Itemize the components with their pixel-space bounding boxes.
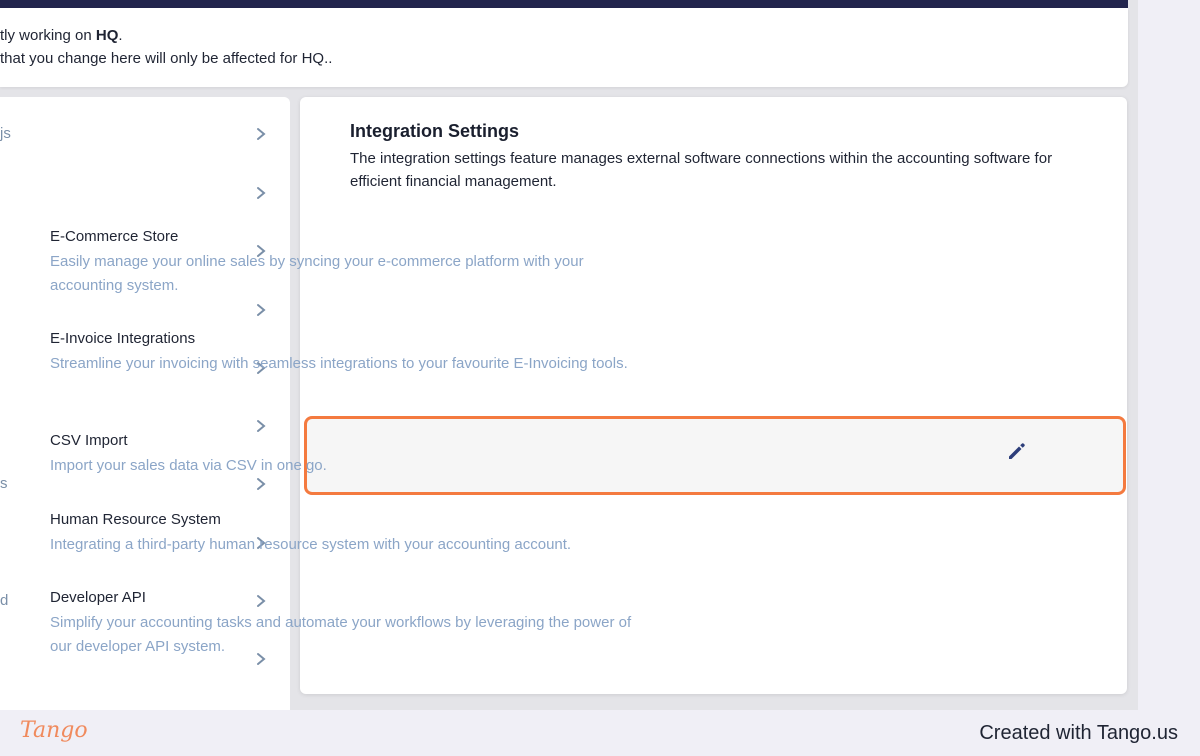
sidebar-item-label: js	[0, 125, 11, 142]
setting-title: Human Resource System	[50, 511, 221, 528]
setting-description: Streamline your invoicing with seamless …	[50, 355, 628, 372]
setting-title: E-Commerce Store	[50, 228, 179, 245]
page-title: Integration Settings	[350, 121, 520, 141]
top-accent-bar	[0, 0, 1128, 8]
pencil-icon[interactable]	[1006, 440, 1028, 462]
tango-logo: Tango	[20, 718, 88, 743]
chevron-right-icon	[257, 128, 266, 140]
tango-footer: Tango Created with Tango.us	[0, 710, 1200, 756]
setting-description: Integrating a third-party human resource…	[50, 536, 572, 553]
branch-notice-line1: tly working on HQ.	[0, 27, 123, 44]
sidebar-item-2[interactable]	[0, 174, 290, 214]
setting-ecommerce-store[interactable]: E-Commerce Store Easily manage your onli…	[0, 228, 827, 298]
chevron-right-icon	[257, 304, 266, 316]
setting-human-resource-system[interactable]: Human Resource System Integrating a thir…	[0, 511, 827, 557]
chevron-right-icon	[257, 187, 266, 199]
setting-description: Simplify your accounting tasks and autom…	[50, 614, 632, 655]
sidebar-item-1[interactable]: js	[0, 115, 290, 155]
setting-e-invoice-integrations[interactable]: E-Invoice Integrations Streamline your i…	[0, 330, 827, 400]
branch-notice-line2: that you change here will only be affect…	[0, 50, 333, 67]
setting-csv-import[interactable]: CSV Import Import your sales data via CS…	[0, 432, 827, 478]
setting-title: Developer API	[50, 589, 146, 606]
setting-title: E-Invoice Integrations	[50, 330, 196, 347]
setting-description: Import your sales data via CSV in one go…	[50, 457, 327, 474]
branch-name: HQ	[95, 27, 119, 44]
app-viewport: tly working on HQ. that you change here …	[0, 0, 1200, 710]
setting-title: CSV Import	[50, 432, 128, 449]
setting-developer-api[interactable]: Developer API Simplify your accounting t…	[0, 589, 827, 659]
page-description: The integration settings feature manages…	[350, 150, 1053, 190]
setting-description: Easily manage your online sales by synci…	[50, 253, 584, 294]
chevron-right-icon	[257, 478, 266, 490]
footer-credit: Created with Tango.us	[979, 722, 1178, 744]
branch-notice-banner: tly working on HQ. that you change here …	[0, 8, 1128, 87]
